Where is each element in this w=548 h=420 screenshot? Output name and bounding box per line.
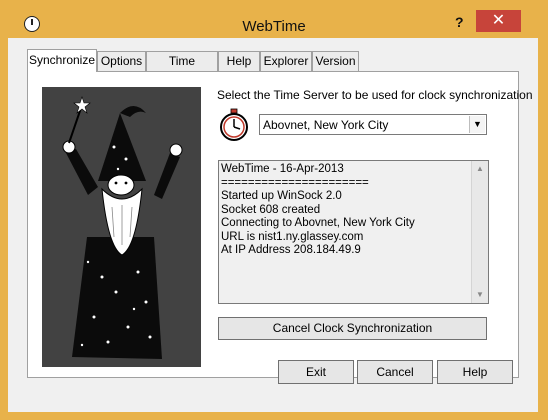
stopwatch-icon: [218, 108, 250, 142]
window-title: WebTime: [242, 18, 306, 35]
app-window: WebTime ? ✕ Synchronize Options Time Ser…: [0, 0, 548, 420]
cancel-sync-button[interactable]: Cancel Clock Synchronization: [218, 317, 487, 340]
log-line: At IP Address 208.184.49.9: [221, 244, 361, 256]
help-button[interactable]: Help: [437, 360, 513, 384]
scroll-up-icon[interactable]: ▲: [472, 161, 488, 177]
tab-time-servers[interactable]: Time Servers: [146, 51, 218, 87]
tab-version[interactable]: Version: [312, 51, 359, 71]
cancel-button[interactable]: Cancel: [357, 360, 433, 384]
sync-log-lines: WebTime - 16-Apr-2013 ==================…: [221, 163, 471, 258]
time-server-dropdown[interactable]: Abovnet, New York City ▼: [259, 114, 487, 135]
scroll-down-icon[interactable]: ▼: [472, 287, 488, 303]
help-icon[interactable]: ?: [455, 14, 464, 30]
tab-options[interactable]: Options: [97, 51, 146, 71]
tab-synchronize[interactable]: Synchronize: [27, 49, 97, 72]
log-line: Started up WinSock 2.0: [221, 190, 342, 202]
close-icon[interactable]: ✕: [476, 10, 521, 32]
title-bar: WebTime ? ✕: [0, 0, 548, 38]
synchronize-panel: Select the Time Server to be used for cl…: [27, 71, 533, 378]
exit-button[interactable]: Exit: [278, 360, 354, 384]
wizard-illustration: [42, 87, 201, 367]
chevron-down-icon[interactable]: ▼: [469, 116, 485, 133]
log-line: Socket 608 created: [221, 203, 321, 216]
client-area: Synchronize Options Time Servers Help Ex…: [8, 38, 538, 412]
log-line: URL is nist1.ny.glassey.com: [221, 230, 364, 243]
tab-help[interactable]: Help: [218, 51, 260, 71]
sync-log[interactable]: WebTime - 16-Apr-2013 ==================…: [218, 160, 489, 304]
log-scrollbar[interactable]: ▲ ▼: [471, 161, 488, 303]
log-line: Connecting to Abovnet, New York City: [221, 217, 415, 229]
log-line: WebTime - 16-Apr-2013: [221, 163, 344, 175]
tab-explorer[interactable]: Explorer: [260, 51, 312, 71]
time-server-selected: Abovnet, New York City: [263, 118, 389, 132]
server-select-prompt: Select the Time Server to be used for cl…: [217, 88, 533, 102]
log-line: ======================: [221, 176, 369, 189]
